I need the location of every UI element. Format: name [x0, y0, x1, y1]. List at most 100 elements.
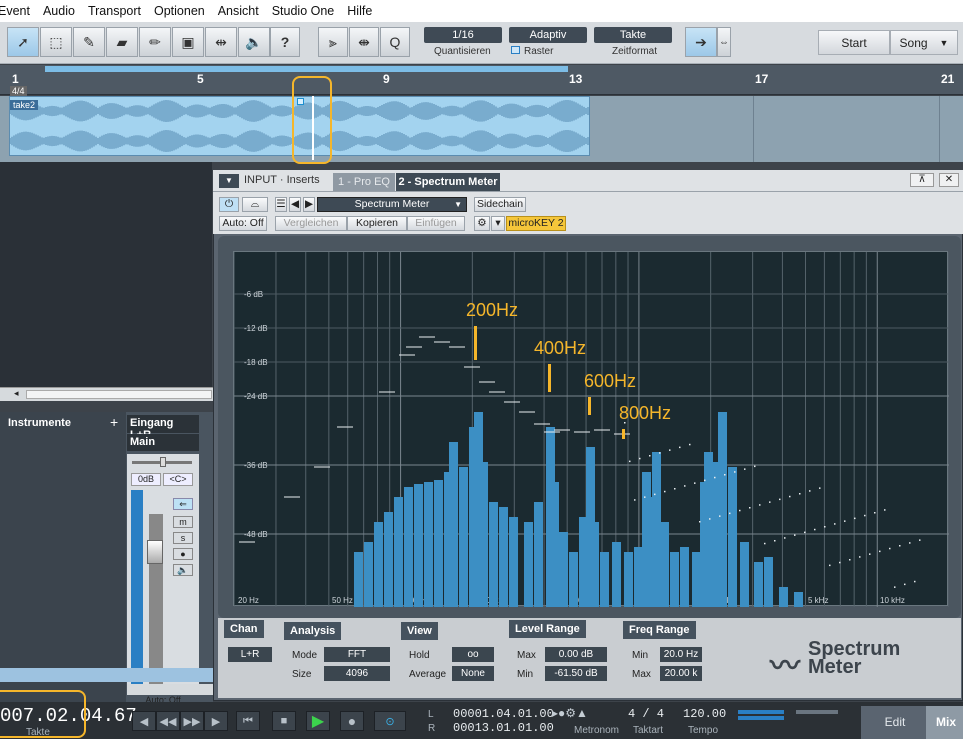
chan-value[interactable]: L+R — [228, 647, 272, 662]
eraser-tool-button[interactable]: ▰ — [106, 27, 138, 57]
time-signature[interactable]: 4 / 4 — [628, 707, 664, 721]
horizontal-scrollbar[interactable]: ◂ — [0, 387, 213, 401]
split-tool-button[interactable]: ✎ — [73, 27, 105, 57]
peak-dot — [829, 564, 831, 567]
fast-rewind-button[interactable]: ◀◀ — [156, 711, 180, 731]
close-icon[interactable]: ✕ — [939, 173, 959, 187]
tab-spectrum-meter[interactable]: 2 - Spectrum Meter — [396, 173, 500, 191]
power-button[interactable]: ⏻ — [219, 197, 239, 212]
preset-prev-button[interactable]: ◀ — [289, 197, 301, 212]
preset-next-button[interactable]: ▶ — [303, 197, 315, 212]
menu-hilfe[interactable]: Hilfe — [347, 4, 372, 18]
help-button[interactable]: ? — [270, 27, 300, 57]
tab-pro-eq[interactable]: 1 - Pro EQ — [333, 173, 395, 191]
view-title: View — [401, 622, 438, 640]
channel-output-label[interactable]: Main — [127, 434, 199, 451]
pin-icon[interactable]: ⊼ — [910, 173, 934, 187]
copy-button[interactable]: Kopieren — [347, 216, 407, 231]
spectrum-bar — [489, 502, 498, 607]
range-tool-button[interactable]: ⬚ — [40, 27, 72, 57]
add-instrument-button[interactable]: + — [110, 414, 118, 430]
size-value[interactable]: 4096 — [324, 666, 390, 681]
logo-line-2: Meter — [808, 656, 862, 678]
mixer-footer — [0, 668, 213, 682]
menu-studio-one[interactable]: Studio One — [272, 4, 335, 18]
gain-value[interactable]: 0dB — [131, 473, 161, 486]
monitor-button[interactable]: 🔈 — [173, 564, 193, 576]
tempo-value[interactable]: 120.00 — [683, 707, 726, 721]
song-button[interactable]: Song ▼ — [890, 30, 958, 55]
compare-button[interactable]: Vergleichen — [275, 216, 347, 231]
stop-button[interactable]: ■ — [272, 711, 296, 731]
speaker-icon: 🔈 — [245, 33, 263, 50]
menu-ansicht[interactable]: Ansicht — [218, 4, 259, 18]
mute-button[interactable]: m — [173, 516, 193, 528]
fader-handle[interactable] — [147, 540, 163, 564]
device-name[interactable]: microKEY 2 — [506, 216, 566, 231]
level-min-value[interactable]: -61.50 dB — [545, 666, 607, 681]
auto-off-button[interactable]: Auto: Off — [219, 216, 267, 231]
paste-button[interactable]: Einfügen — [407, 216, 465, 231]
arrow-right-icon: ➔ — [695, 33, 707, 50]
level-max-value[interactable]: 0.00 dB — [545, 647, 607, 662]
mode-value[interactable]: FFT — [324, 647, 390, 662]
freq-min-value[interactable]: 20.0 Hz — [660, 647, 702, 662]
return-zero-button[interactable]: ⏮ — [236, 711, 260, 731]
play-button[interactable]: ▶ — [306, 711, 330, 731]
solo-button[interactable]: s — [173, 532, 193, 544]
device-dropdown[interactable]: ▾ — [491, 216, 505, 231]
zoom-button[interactable]: Q — [380, 27, 410, 57]
record-arm-button[interactable]: ● — [173, 548, 193, 560]
scrollbar-thumb[interactable] — [26, 390, 212, 399]
menu-event[interactable]: Event — [0, 4, 30, 18]
inserts-menu-button[interactable]: ▼ — [219, 174, 239, 188]
preset-list-button[interactable]: ☰ — [275, 197, 287, 212]
metronome-icons[interactable]: ▸●⚙▲ — [552, 706, 588, 720]
preset-selector[interactable]: Spectrum Meter ▼ — [317, 197, 467, 212]
average-label: Average — [409, 669, 447, 680]
peak-dot — [709, 518, 711, 520]
arrange-empty-area[interactable] — [0, 162, 212, 387]
right-locator[interactable]: 00013.01.01.00 — [453, 721, 554, 735]
analysis-title: Analysis — [284, 622, 342, 640]
paint-tool-button[interactable]: ✏ — [139, 27, 171, 57]
loop-button[interactable]: ⊙ — [374, 711, 406, 731]
fast-forward-button[interactable]: ▶▶ — [180, 711, 204, 731]
mix-button[interactable]: Mix — [926, 706, 963, 739]
pan-value[interactable]: <C> — [163, 473, 193, 486]
left-locator[interactable]: 00001.04.01.00 — [453, 707, 554, 721]
loop-range-bar[interactable] — [45, 66, 568, 72]
menu-transport[interactable]: Transport — [88, 4, 141, 18]
listen-tool-button[interactable]: 🔈 — [238, 27, 270, 57]
quantize-select[interactable]: 1/16 — [424, 27, 502, 43]
freq-max-value[interactable]: 20.00 k — [660, 666, 702, 681]
autoscroll-options[interactable]: ⇔ — [717, 27, 731, 57]
peak-dot — [674, 488, 676, 490]
bend-tool-button[interactable]: ⇹ — [205, 27, 237, 57]
gain-knob[interactable] — [160, 457, 166, 467]
record-button[interactable]: ● — [340, 711, 364, 731]
snap-checkbox[interactable] — [511, 46, 520, 54]
hold-value[interactable]: oo — [452, 647, 494, 662]
edit-button[interactable]: Edit — [870, 706, 920, 739]
sidechain-button[interactable]: Sidechain — [474, 197, 526, 212]
rewind-button[interactable]: ◀ — [132, 711, 156, 731]
menu-audio[interactable]: Audio — [43, 4, 75, 18]
mute-tool-button[interactable]: ▣ — [172, 27, 204, 57]
quantize-left-button[interactable]: ⫸ — [318, 27, 348, 57]
menu-optionen[interactable]: Optionen — [154, 4, 205, 18]
average-value[interactable]: None — [452, 666, 494, 681]
timeformat-select[interactable]: Takte — [594, 27, 672, 43]
mixer-scrollbar[interactable] — [127, 684, 213, 695]
bypass-button[interactable]: ⌓ — [242, 197, 268, 212]
quantize-mid-button[interactable]: ⇼ — [349, 27, 379, 57]
start-button[interactable]: Start — [818, 30, 890, 55]
arrow-tool-button[interactable]: ➚ — [7, 27, 39, 57]
snap-select[interactable]: Adaptiv — [509, 27, 587, 43]
input-arrow-button[interactable]: ⇐ — [173, 498, 193, 510]
settings-button[interactable]: ⚙ — [474, 216, 490, 231]
autoscroll-button[interactable]: ➔ — [685, 27, 717, 57]
peak-dot — [639, 457, 641, 460]
volume-slider[interactable] — [796, 710, 838, 714]
forward-button[interactable]: ▶ — [204, 711, 228, 731]
